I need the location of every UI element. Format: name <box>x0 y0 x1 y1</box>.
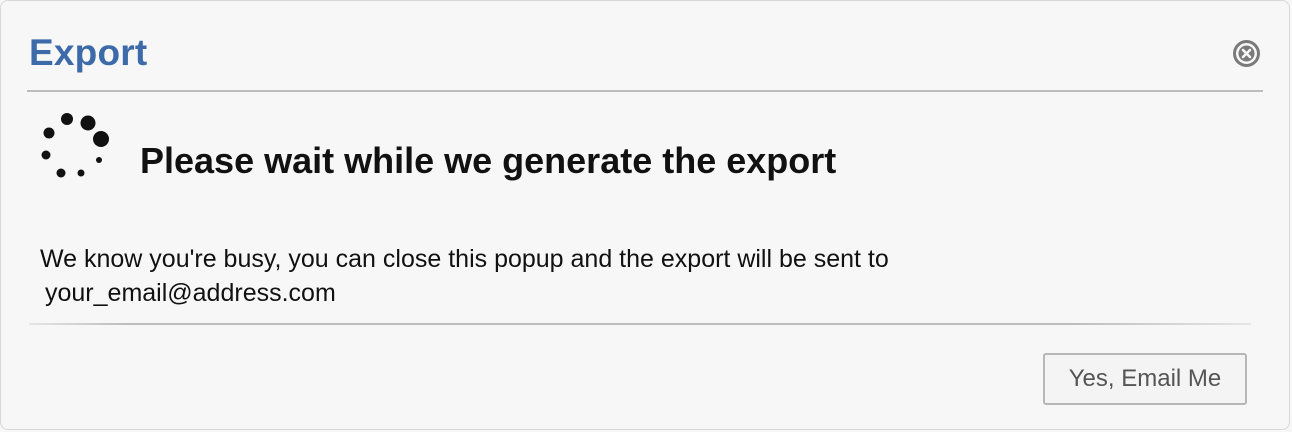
close-circle-icon <box>1233 40 1260 67</box>
email-notice-text: We know you're busy, you can close this … <box>40 245 889 273</box>
loading-spinner-icon <box>37 109 117 184</box>
email-notice: We know you're busy, you can close this … <box>40 242 889 310</box>
wait-heading: Please wait while we generate the export <box>140 140 837 181</box>
header-divider <box>27 90 1263 92</box>
export-dialog: Export Please wait while we generate the… <box>0 0 1290 430</box>
footer-divider <box>29 323 1251 325</box>
email-address: your_email@address.com <box>45 279 336 307</box>
close-button[interactable] <box>1232 39 1261 68</box>
dialog-title: Export <box>29 32 148 73</box>
email-me-button[interactable]: Yes, Email Me <box>1043 353 1247 405</box>
